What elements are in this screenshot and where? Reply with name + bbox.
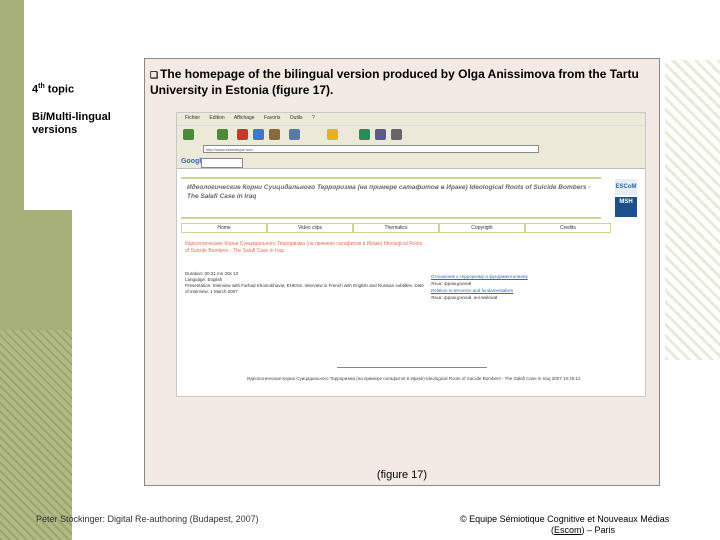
menu-item[interactable]: Favoris — [264, 115, 280, 121]
related-link[interactable]: Relation to terrorism and fundamentalism — [431, 287, 631, 294]
meta-presentation: Presentation: Interview with Farhad Khos… — [185, 283, 424, 294]
nav-thematics[interactable]: Thematics — [354, 224, 438, 232]
refresh-icon[interactable] — [253, 129, 264, 140]
msh-logo: MSH — [615, 197, 637, 217]
nav-home[interactable]: Home — [182, 224, 266, 232]
related-link-language: Язык: французский, английский — [431, 295, 498, 300]
figure-caption: (figure 17) — [376, 469, 428, 481]
menu-item[interactable]: Outils — [290, 115, 303, 121]
related-link[interactable]: Отношение к терроризму и фундаментализму — [431, 273, 631, 280]
escom-link[interactable]: Escom — [554, 525, 582, 535]
print-icon[interactable] — [391, 129, 402, 140]
site-nav: Home Video clips Thematics Copyright Cre… — [181, 223, 611, 233]
topic-label: 4th topic — [32, 83, 75, 96]
nav-credits[interactable]: Credits — [526, 224, 610, 232]
menu-item[interactable]: Fichier — [185, 115, 200, 121]
footer-credit: Peter Stockinger: Digital Re-authoring (… — [36, 514, 259, 524]
site-banner: Идеологические Корни Суицидального Терро… — [181, 173, 643, 223]
mail-icon[interactable] — [375, 129, 386, 140]
home-icon[interactable] — [269, 129, 280, 140]
favorites-icon[interactable] — [327, 129, 338, 140]
site-title: Идеологические Корни Суицидального Терро… — [187, 184, 591, 200]
back-icon[interactable] — [183, 129, 194, 140]
banner-line — [181, 217, 601, 219]
browser-addressbar: http://www.semiotique.net/... — [177, 143, 645, 156]
copyright-suffix: ) – Paris — [581, 525, 616, 535]
browser-screenshot: Fichier Edition Affichage Favoris Outils… — [176, 112, 646, 397]
related-links: Отношение к терроризму и фундаментализму… — [431, 273, 631, 301]
google-toolbar: Google — [177, 156, 645, 169]
decorative-pattern — [665, 60, 720, 360]
menu-item[interactable]: ? — [312, 115, 315, 121]
copyright-text: © Equipe Sémiotique Cognitive et Nouveau… — [460, 514, 670, 524]
forward-icon[interactable] — [217, 129, 228, 140]
menu-item[interactable]: Affichage — [234, 115, 255, 121]
video-metadata: Duration: 00:21 mn 20s 13 Language: Engl… — [185, 271, 425, 295]
history-icon[interactable] — [359, 129, 370, 140]
nav-video-clips[interactable]: Video clips — [268, 224, 352, 232]
search-icon[interactable] — [289, 129, 300, 140]
stop-icon[interactable] — [237, 129, 248, 140]
square-bullet-icon: ❑ — [150, 70, 159, 80]
divider — [337, 367, 487, 368]
footer-copyright: © Equipe Sémiotique Cognitive et Nouveau… — [460, 514, 715, 536]
browser-menubar: Fichier Edition Affichage Favoris Outils… — [177, 113, 645, 125]
escom-logo: ESCoM — [615, 179, 637, 195]
address-input[interactable]: http://www.semiotique.net/... — [203, 145, 539, 153]
site-footer: Идеологические Корни Суицидального Терро… — [247, 376, 581, 381]
related-link-language: Язык: французский — [431, 281, 472, 286]
sidebar-texture — [0, 330, 72, 540]
google-search-input[interactable] — [201, 158, 243, 168]
browser-toolbar — [177, 125, 645, 143]
nav-copyright[interactable]: Copyright — [440, 224, 524, 232]
content-title[interactable]: Идеологические Корни Суицидального Терро… — [185, 241, 425, 255]
slide-heading: ❑ The homepage of the bilingual version p… — [150, 67, 639, 97]
banner-line — [181, 177, 601, 179]
sub-topic-label: Bi/Multi-lingual versions — [32, 111, 111, 136]
topic-card — [24, 0, 140, 210]
menu-item[interactable]: Edition — [209, 115, 224, 121]
